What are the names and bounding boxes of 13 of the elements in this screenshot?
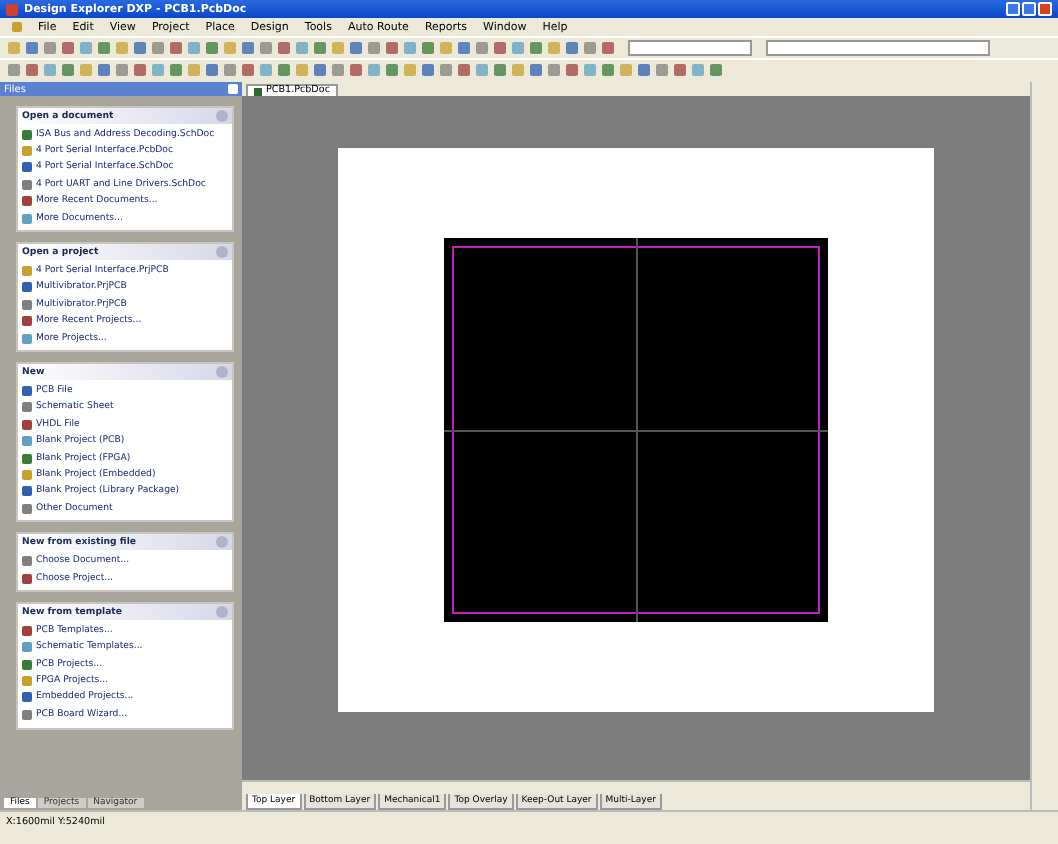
minimize-button[interactable] [1006,2,1020,16]
collapse-icon[interactable] [216,366,228,379]
dropdown[interactable] [628,40,752,56]
maximize-button[interactable] [1022,2,1036,16]
document-icon [12,22,22,32]
collapse-icon[interactable] [216,606,228,619]
collapse-icon[interactable] [216,110,228,122]
dropdown[interactable] [766,40,990,56]
collapse-icon[interactable] [216,536,228,549]
close-icon[interactable] [228,84,238,94]
app-icon [6,3,18,15]
collapse-icon[interactable] [216,246,228,259]
close-button[interactable] [1038,2,1052,16]
